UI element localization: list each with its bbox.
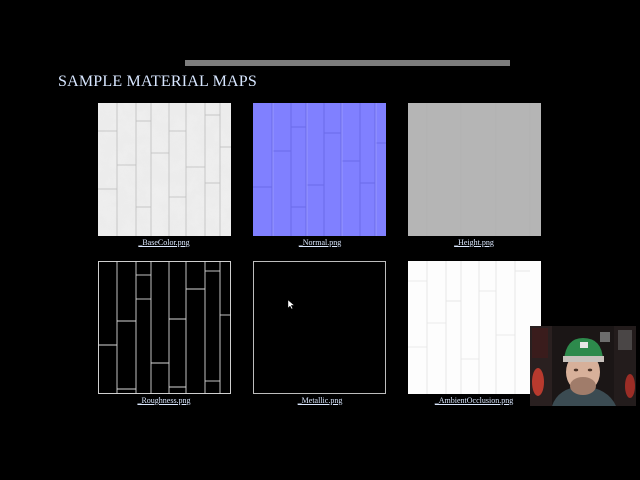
metallic-texture (253, 261, 386, 394)
basecolor-caption[interactable]: _BaseColor.png (84, 238, 244, 247)
height-map-image (408, 103, 541, 236)
roughness-map-image (98, 261, 231, 394)
ambient-occlusion-texture (408, 261, 541, 394)
metallic-map-image (253, 261, 386, 394)
slide-canvas: SAMPLE MATERIAL MAPS _BaseColor.png _Nor… (0, 0, 640, 480)
normal-caption[interactable]: _Normal.png (240, 238, 400, 247)
slide-title: SAMPLE MATERIAL MAPS (58, 73, 257, 90)
metallic-caption[interactable]: _Metallic.png (240, 396, 400, 405)
normal-map-image (253, 103, 386, 236)
progress-bar (185, 60, 510, 66)
ambient-occlusion-map-image (408, 261, 541, 394)
roughness-caption[interactable]: _Roughness.png (84, 396, 244, 405)
roughness-texture (98, 261, 231, 394)
webcam-presenter-icon (530, 326, 636, 406)
height-caption[interactable]: _Height.png (394, 238, 554, 247)
basecolor-texture (98, 103, 231, 236)
height-texture (408, 103, 541, 236)
webcam-overlay (530, 326, 636, 406)
basecolor-map-image (98, 103, 231, 236)
normal-texture (253, 103, 386, 236)
